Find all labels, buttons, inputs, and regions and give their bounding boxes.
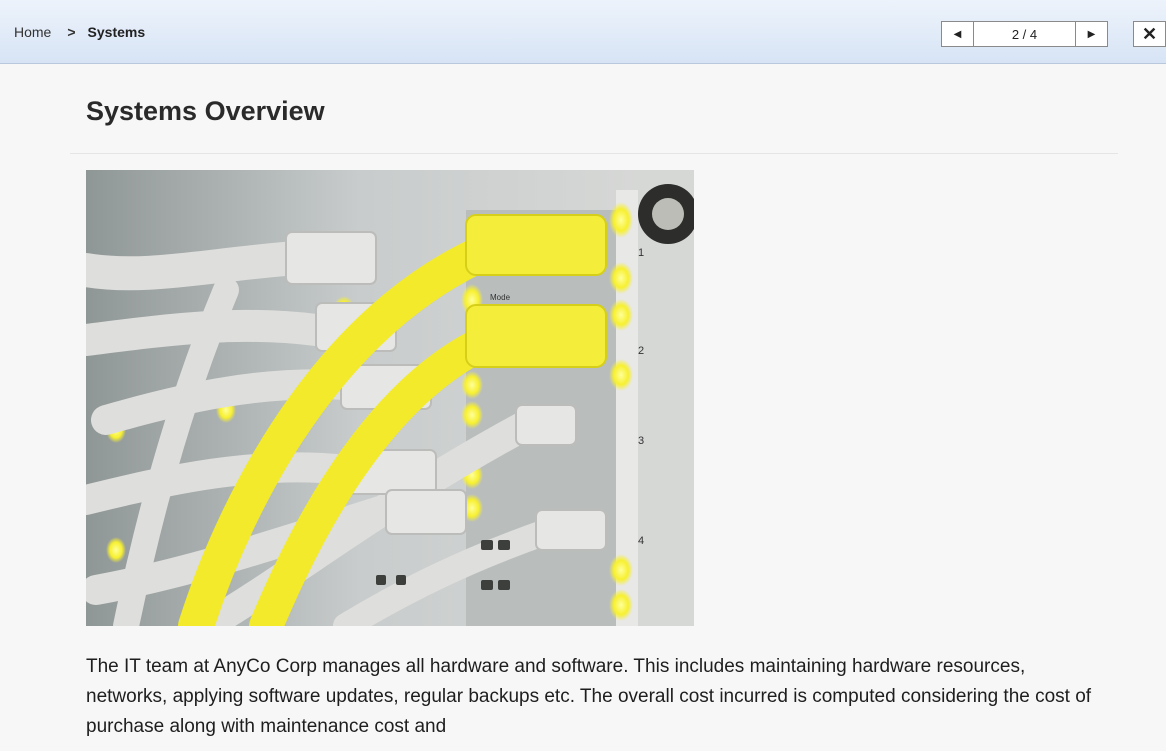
svg-text:4: 4 bbox=[638, 535, 644, 547]
svg-text:Mode: Mode bbox=[490, 293, 511, 302]
next-button[interactable]: ▶ bbox=[1075, 21, 1108, 47]
svg-text:2: 2 bbox=[638, 345, 644, 357]
svg-text:1: 1 bbox=[638, 247, 644, 259]
breadcrumb: Home > Systems bbox=[14, 24, 145, 40]
svg-text:3: 3 bbox=[638, 435, 644, 447]
pager: ◀ 2 / 4 ▶ bbox=[941, 21, 1108, 47]
close-button[interactable]: ✕ bbox=[1133, 21, 1166, 47]
breadcrumb-separator-icon: > bbox=[67, 24, 76, 40]
previous-button[interactable]: ◀ bbox=[941, 21, 974, 47]
page-position: 2 / 4 bbox=[974, 21, 1075, 47]
network-cables-illustration: 1 2 3 4 Mode bbox=[86, 170, 694, 626]
top-bar: Home > Systems ◀ 2 / 4 ▶ ✕ bbox=[0, 0, 1166, 64]
close-icon: ✕ bbox=[1141, 23, 1158, 44]
page-description: The IT team at AnyCo Corp manages all ha… bbox=[86, 656, 1092, 737]
breadcrumb-current: Systems bbox=[87, 24, 146, 40]
network-cables-image: 1 2 3 4 Mode bbox=[86, 170, 694, 626]
breadcrumb-home-link[interactable]: Home bbox=[14, 24, 51, 40]
caret-right-icon: ▶ bbox=[1087, 28, 1096, 40]
title-divider bbox=[70, 153, 1118, 154]
page-title: Systems Overview bbox=[86, 96, 325, 126]
caret-left-icon: ◀ bbox=[953, 28, 962, 40]
